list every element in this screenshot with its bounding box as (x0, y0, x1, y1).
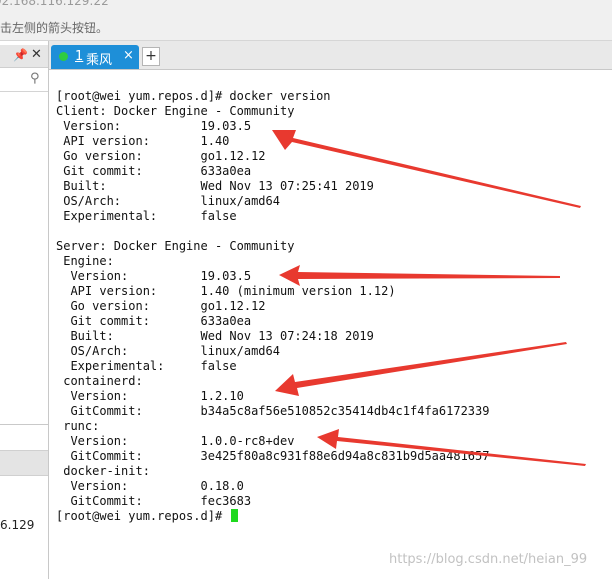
terminal-line: [root@wei yum.repos.d]# docker version (56, 89, 331, 103)
terminal-line: Built: Wed Nov 13 07:25:41 2019 (56, 179, 374, 193)
terminal-line: Version: 1.2.10 (56, 389, 244, 403)
terminal-line: GitCommit: 3e425f80a8c931f88e6d94a8c831b… (56, 449, 490, 463)
terminal-line: Built: Wed Nov 13 07:24:18 2019 (56, 329, 374, 343)
side-panel-search[interactable]: ⚲ (0, 69, 48, 92)
terminal-line: OS/Arch: linux/amd64 (56, 344, 280, 358)
watermark-text: https://blog.csdn.net/heian_99 (389, 552, 588, 567)
pin-icon[interactable]: 📌 (13, 48, 28, 62)
terminal-line: Go version: go1.12.12 (56, 149, 266, 163)
window-top-bar: 92.168.116.129:22 击左侧的箭头按钮。 (0, 0, 612, 41)
terminal-cursor (231, 509, 239, 522)
terminal-line: Version: 19.03.5 (56, 269, 252, 283)
tab-label: 乘风 (86, 53, 113, 68)
divider (0, 424, 48, 425)
terminal-line: Version: 19.03.5 (56, 119, 252, 133)
tab-bar: 1 乘风 × + (49, 41, 612, 70)
terminal-line: OS/Arch: linux/amd64 (56, 194, 280, 208)
terminal-line: Version: 0.18.0 (56, 479, 244, 493)
terminal-line: Experimental: false (56, 209, 237, 223)
terminal-line: containerd: (56, 374, 143, 388)
tab-close-icon[interactable]: × (123, 48, 134, 63)
terminal-line: GitCommit: fec3683 (56, 494, 252, 508)
add-tab-button[interactable]: + (142, 47, 160, 66)
terminal-line: Git commit: 633a0ea (56, 314, 252, 328)
terminal-line: API version: 1.40 (minimum version 1.12) (56, 284, 396, 298)
tab-number: 1 (75, 49, 84, 64)
terminal-line: Git commit: 633a0ea (56, 164, 252, 178)
terminal-output[interactable]: [root@wei yum.repos.d]# docker version C… (49, 70, 612, 579)
terminal-prompt-line[interactable]: [root@wei yum.repos.d]# (56, 509, 239, 523)
host-address-text: 92.168.116.129:22 (0, 0, 109, 8)
hint-text: 击左侧的箭头按钮。 (0, 21, 109, 35)
close-icon[interactable]: ✕ (31, 47, 42, 62)
connected-status-icon (59, 52, 68, 61)
terminal-line: Server: Docker Engine - Community (56, 239, 295, 253)
side-panel-header: 📌 ✕ (0, 45, 48, 68)
terminal-line: API version: 1.40 (56, 134, 230, 148)
session-side-panel: 📌 ✕ ⚲ 6.129 (0, 41, 49, 579)
search-icon[interactable]: ⚲ (30, 71, 40, 86)
terminal-prompt: [root@wei yum.repos.d]# (56, 509, 230, 523)
session-address-text: 6.129 (0, 518, 35, 532)
terminal-line: Experimental: false (56, 359, 237, 373)
terminal-line: Go version: go1.12.12 (56, 299, 266, 313)
terminal-line: runc: (56, 419, 100, 433)
terminal-line: Engine: (56, 254, 114, 268)
tab-session-1[interactable]: 1 乘风 × (51, 45, 139, 69)
terminal-line: Client: Docker Engine - Community (56, 104, 295, 118)
terminal-line: GitCommit: b34a5c8af56e510852c35414db4c1… (56, 404, 490, 418)
terminal-line: Version: 1.0.0-rc8+dev (56, 434, 295, 448)
terminal-line: docker-init: (56, 464, 150, 478)
side-panel-section-header (0, 450, 48, 476)
